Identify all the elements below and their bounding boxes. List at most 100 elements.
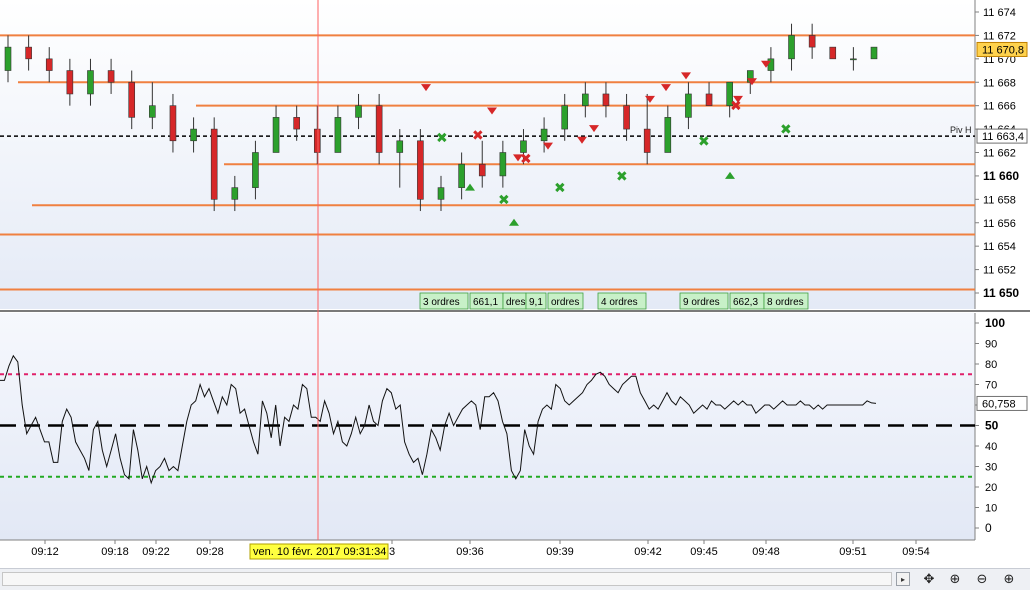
candle-bull: [685, 93, 692, 118]
candle-bear: [210, 128, 218, 200]
candle-bear: [313, 128, 321, 153]
rsi-current-label: 60,758: [982, 398, 1016, 410]
exit-cross-icon: ✖: [436, 130, 448, 146]
candle-bull: [149, 105, 156, 118]
candle-bull: [190, 128, 197, 142]
price-tick-label: 11 652: [983, 265, 1016, 277]
time-tick-label: 09:51: [839, 546, 867, 558]
candle-bull: [458, 163, 465, 188]
price-tick-label: 11 660: [983, 169, 1019, 183]
time-tick-label: 09:28: [196, 546, 224, 558]
order-label-text: 661,1: [473, 297, 498, 308]
rsi-tick-label: 90: [985, 339, 997, 351]
time-tick-label: 09:39: [546, 546, 574, 558]
price-tick-label: 11 656: [983, 218, 1016, 230]
time-tick-label: 09:18: [101, 546, 129, 558]
candle-bear: [169, 105, 177, 142]
zoom-in-icon[interactable]: ⊕: [999, 570, 1019, 588]
candle-bear: [705, 93, 713, 106]
exit-cross-icon: ✖: [554, 181, 566, 197]
rsi-tick-label: 40: [985, 441, 997, 453]
exit-cross-icon: ✖: [780, 122, 792, 138]
candle-bull: [437, 187, 445, 200]
exit-cross-icon: ✖: [616, 169, 628, 185]
exit-cross-icon: ✖: [520, 151, 532, 167]
price-panel[interactable]: 11 67411 67211 67011 66811 66611 66411 6…: [0, 0, 1030, 312]
zoom-out-icon[interactable]: ⊖: [972, 570, 992, 588]
time-tick-label: 3: [389, 546, 395, 558]
candle-bear: [602, 93, 610, 106]
candle-bull: [664, 117, 672, 153]
exit-cross-icon: ✖: [730, 99, 742, 115]
rsi-tick-label: 30: [985, 462, 997, 474]
price-tick-label: 11 650: [983, 286, 1019, 300]
candle-bear: [107, 70, 115, 83]
time-tick-label: 09:54: [902, 546, 930, 558]
price-tick-label: 11 654: [983, 241, 1016, 253]
candle-bull: [582, 93, 589, 106]
exit-cross-icon: ✖: [698, 134, 710, 150]
price-tick-label: 11 674: [983, 7, 1016, 19]
candle-bear: [375, 105, 383, 153]
rsi-tick-label: 10: [985, 503, 997, 515]
candle-bear: [829, 46, 837, 60]
candle-bull: [4, 46, 12, 71]
order-label-text: ordres: [551, 297, 579, 308]
candle-bear: [478, 163, 486, 177]
zoom-fit-icon[interactable]: ⊕: [945, 570, 965, 588]
candle-bear: [25, 46, 32, 60]
candle-bull: [396, 140, 404, 153]
pivot-name: Piv H: [950, 125, 972, 135]
candle-bull: [561, 105, 569, 130]
candle-bear: [623, 105, 630, 130]
order-label-text: 9,1: [529, 297, 543, 308]
order-label-text: 662,3: [733, 297, 758, 308]
rsi-tick-label: 0: [985, 521, 992, 535]
candle-bear: [45, 58, 53, 71]
time-tick-label: 09:12: [31, 546, 59, 558]
candle-bull: [355, 105, 362, 118]
rsi-tick-label: 80: [985, 359, 997, 371]
bottom-toolbar: ▸ ✥ ⊕ ⊖ ⊕: [0, 568, 1030, 590]
time-tick-label: 09:42: [634, 546, 662, 558]
exit-cross-icon: ✖: [472, 128, 484, 144]
rsi-tick-label: 100: [985, 316, 1005, 330]
candle-bear: [808, 35, 816, 48]
rsi-tick-label: 50: [985, 419, 999, 433]
candle-bull: [231, 187, 239, 200]
candle-bear: [128, 81, 136, 118]
rsi-panel[interactable]: 100908070605040302010060,758: [0, 313, 1030, 540]
scroll-right-button[interactable]: ▸: [896, 572, 910, 586]
move-icon[interactable]: ✥: [919, 570, 939, 588]
price-tick-label: 11 662: [983, 148, 1016, 160]
order-label-text: dres: [506, 297, 525, 308]
order-label-text: 3 ordres: [423, 297, 460, 308]
candle-bull: [334, 117, 342, 153]
current-price-label: 11 670,8: [982, 44, 1024, 56]
candle-bear: [417, 140, 424, 200]
rsi-tick-label: 70: [985, 380, 997, 392]
time-tick-label: 09:36: [456, 546, 484, 558]
candle-bull: [767, 58, 775, 71]
rsi-axis-area: [975, 313, 1030, 540]
horizontal-scrollbar[interactable]: [2, 572, 892, 586]
price-tick-label: 11 672: [983, 30, 1016, 42]
candle-bull: [252, 152, 259, 188]
candle-bull: [870, 46, 878, 60]
rsi-tick-label: 20: [985, 482, 997, 494]
time-tick-label: 09:45: [690, 546, 718, 558]
cursor-time-label: ven. 10 févr. 2017 09:31:34: [253, 546, 386, 558]
candle-bull: [87, 70, 94, 95]
candle-bull: [499, 152, 507, 177]
candle-bull: [272, 117, 280, 153]
pivot-price-label: 11 663,4: [982, 131, 1024, 143]
candle-bull: [540, 128, 548, 142]
chart-canvas: 11 67411 67211 67011 66811 66611 66411 6…: [0, 0, 1030, 568]
candle-bear: [293, 117, 300, 130]
candle-bear: [643, 128, 651, 153]
candle-bear: [66, 70, 74, 95]
candle-bull: [788, 35, 795, 60]
time-tick-label: 09:48: [752, 546, 780, 558]
price-tick-label: 11 668: [983, 77, 1016, 89]
candle-bull: [850, 58, 857, 61]
